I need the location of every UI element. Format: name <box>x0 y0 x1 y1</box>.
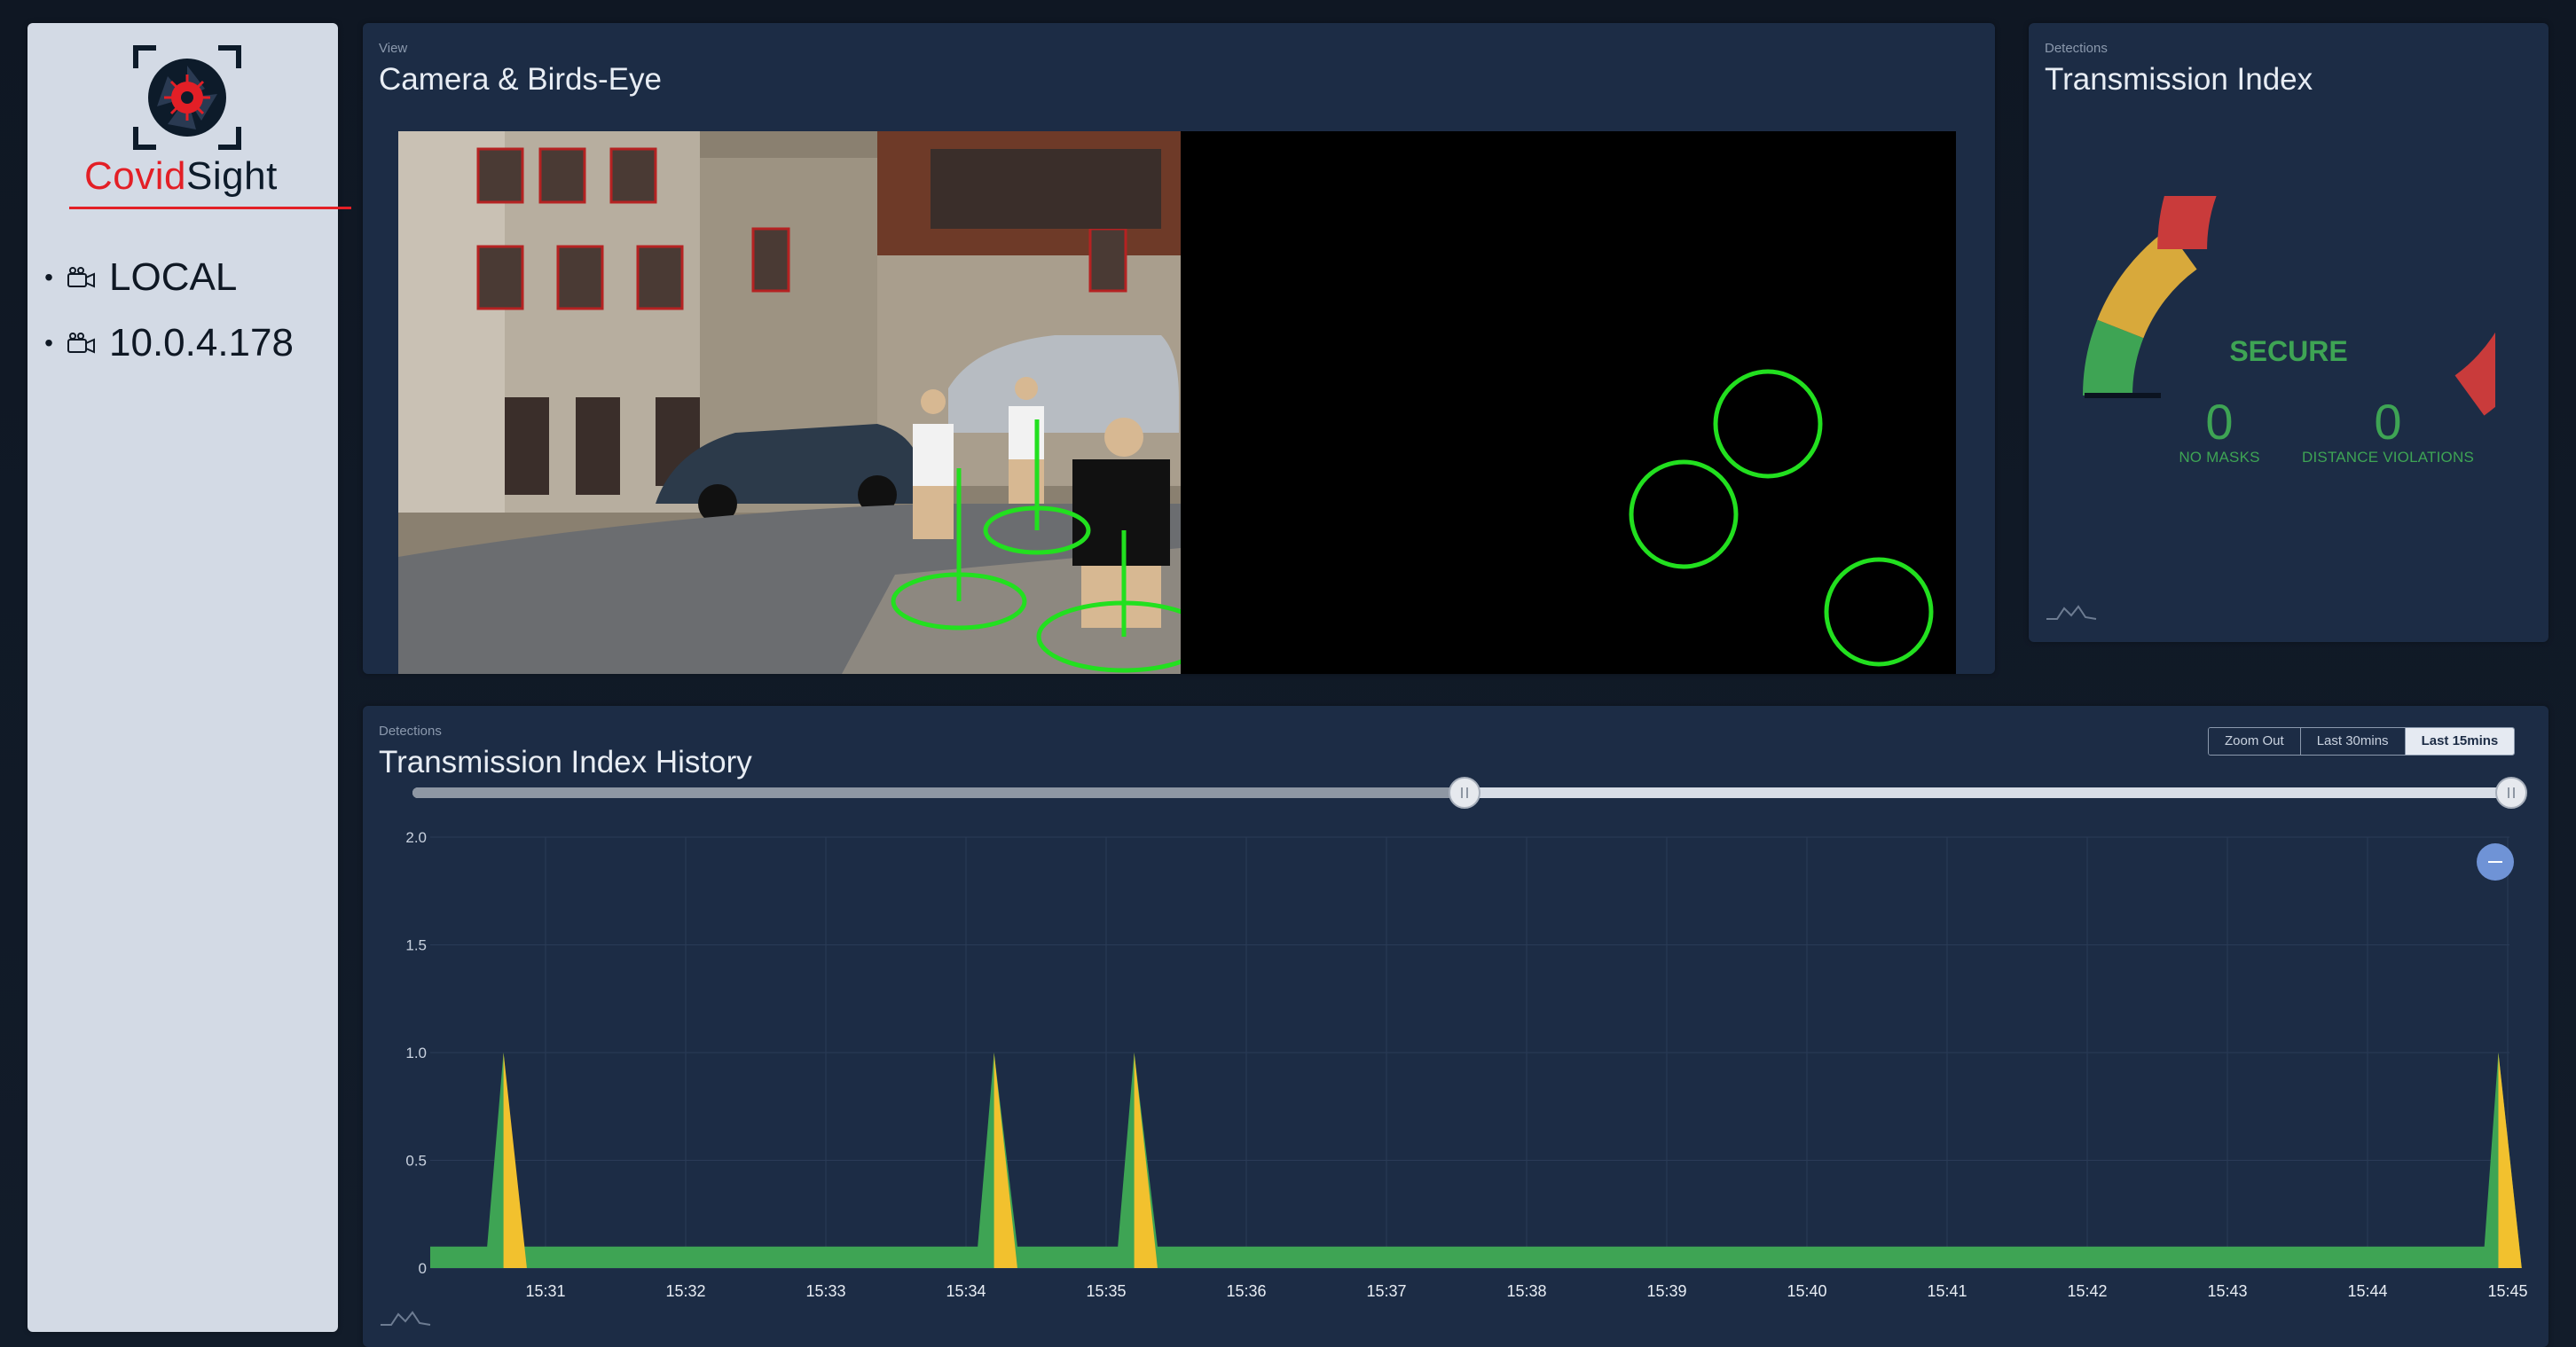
x-tick-label: 15:41 <box>1927 1282 1967 1300</box>
x-tick-label: 15:32 <box>665 1282 705 1300</box>
history-chart: 0 0.5 1.0 1.5 2.0 15:31 15:32 15:33 15:34 15:35 15… <box>405 777 2528 1300</box>
y-tick-label: 0 <box>419 1260 427 1277</box>
distance-violations-label: DISTANCE VIOLATIONS <box>2302 449 2474 466</box>
ti-panel-title: Transmission Index <box>2045 62 2313 97</box>
x-tick-label: 15:37 <box>1366 1282 1406 1300</box>
x-tick-label: 15:33 <box>805 1282 845 1300</box>
camera-icon <box>67 267 95 288</box>
ti-panel-eyebrow: Detections <box>2045 41 2108 56</box>
camera-feed <box>398 131 1181 674</box>
person-marker <box>1713 369 1823 479</box>
no-masks-metric: 0 NO MASKS <box>2162 395 2277 466</box>
range-slider-end-handle[interactable] <box>2495 777 2527 809</box>
y-tick-label: 2.0 <box>405 829 427 846</box>
person-marker <box>1824 557 1934 667</box>
y-tick-label: 0.5 <box>405 1153 427 1170</box>
x-tick-label: 15:31 <box>525 1282 565 1300</box>
x-tick-label: 15:44 <box>2347 1282 2387 1300</box>
transmission-gauge <box>2083 196 2495 416</box>
brand-name-covid: Covid <box>84 154 186 198</box>
sparkline-icon <box>381 1311 431 1326</box>
sidebar: CovidSight • LOCAL • 10.0.4.178 <box>27 23 351 1332</box>
gauge-segment-mid <box>2097 229 2198 339</box>
view-panel-eyebrow: View <box>379 41 408 56</box>
distance-violations-metric: 0 DISTANCE VIOLATIONS <box>2268 395 2508 466</box>
x-tick-label: 15:39 <box>1646 1282 1686 1300</box>
x-tick-label: 15:38 <box>1506 1282 1546 1300</box>
x-tick-label: 15:36 <box>1226 1282 1266 1300</box>
brand-name-sight: Sight <box>186 154 278 198</box>
x-tick-label: 15:45 <box>2487 1282 2527 1300</box>
x-tick-label: 15:42 <box>2067 1282 2107 1300</box>
y-tick-label: 1.0 <box>405 1045 427 1061</box>
list-bullet: • <box>44 329 53 356</box>
x-tick-label: 15:35 <box>1086 1282 1126 1300</box>
brand-name: CovidSight <box>84 154 279 199</box>
brand-divider <box>69 207 351 209</box>
camera-list: • LOCAL • 10.0.4.178 <box>38 245 294 376</box>
camera-icon <box>67 333 95 354</box>
transmission-index-panel: Detections Transmission Index SECURE 0 N… <box>2029 23 2549 642</box>
camera-item-local[interactable]: • LOCAL <box>38 245 294 310</box>
list-bullet: • <box>44 263 53 291</box>
birds-eye-view <box>1181 131 1956 674</box>
series-spike <box>2498 1053 2522 1268</box>
x-tick-label: 15:40 <box>1787 1282 1826 1300</box>
range-slider-start-handle[interactable] <box>1449 777 1480 809</box>
sparkline-icon <box>2046 605 2097 620</box>
dashboard: CovidSight • LOCAL • 10.0.4.178 View Cam… <box>0 0 2576 1347</box>
camera-item-remote[interactable]: • 10.0.4.178 <box>38 310 294 376</box>
no-masks-label: NO MASKS <box>2179 449 2260 466</box>
gauge-status-label: SECURE <box>2229 335 2348 367</box>
camera-item-label: LOCAL <box>109 255 238 299</box>
view-panel: View Camera & Birds-Eye <box>363 23 1995 674</box>
x-tick-label: 15:34 <box>946 1282 986 1300</box>
view-panel-title: Camera & Birds-Eye <box>379 62 662 97</box>
distance-violations-value: 0 <box>2374 394 2402 450</box>
person-marker <box>1629 459 1739 569</box>
x-tick-label: 15:43 <box>2207 1282 2247 1300</box>
no-masks-value: 0 <box>2205 394 2234 450</box>
y-tick-label: 1.5 <box>405 937 427 954</box>
history-panel: Detections Transmission Index History Zo… <box>363 706 2549 1347</box>
camera-item-label: 10.0.4.178 <box>109 321 294 364</box>
